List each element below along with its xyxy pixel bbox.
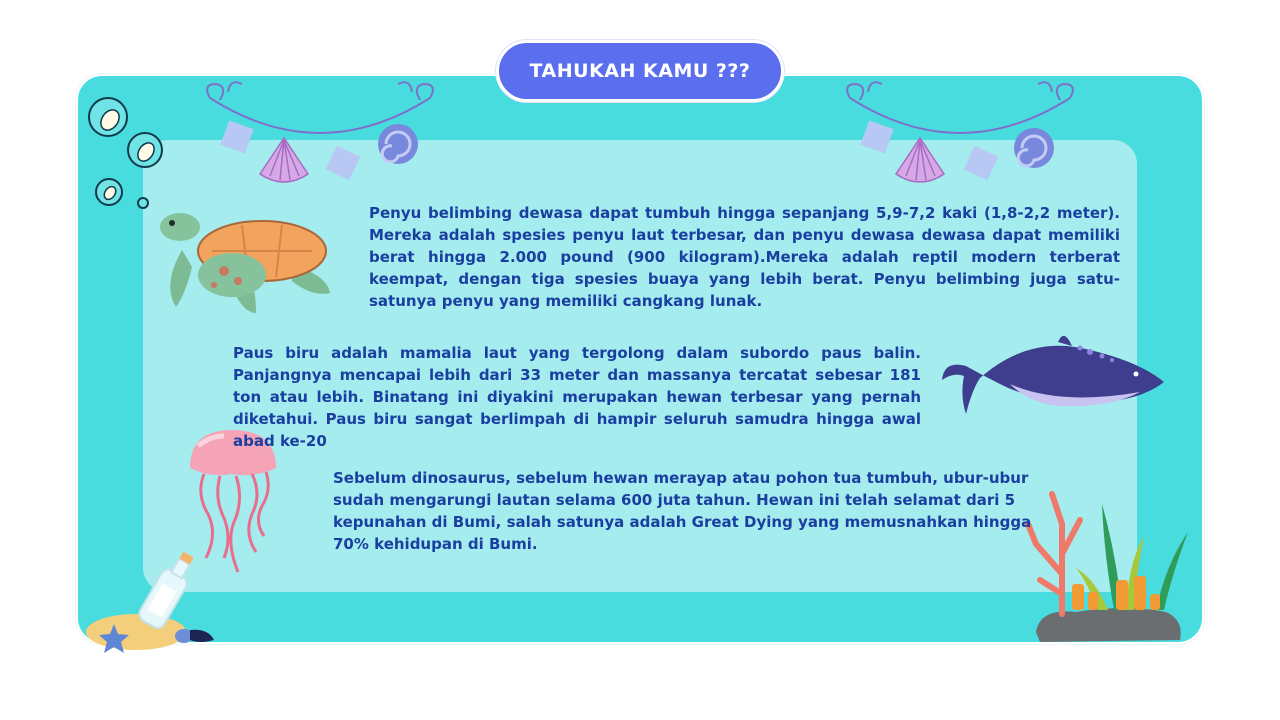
page-title: TAHUKAH KAMU ???: [529, 60, 751, 82]
whale-fact-text: Paus biru adalah mamalia laut yang tergo…: [233, 344, 921, 450]
shell-garland-illustration: [206, 81, 434, 183]
bottle-sand-illustration: [86, 552, 214, 653]
turtle-illustration: [160, 213, 330, 313]
jellyfish-fact-text: Sebelum dinosaurus, sebelum hewan meraya…: [333, 469, 1032, 553]
turtle-fact-text: Penyu belimbing dewasa dapat tumbuh hing…: [369, 204, 1120, 310]
whale-illustration: [942, 335, 1164, 414]
title-badge: TAHUKAH KAMU ???: [496, 40, 784, 102]
shell-garland-illustration: [846, 81, 1074, 183]
bubbles-illustration: [88, 97, 163, 209]
